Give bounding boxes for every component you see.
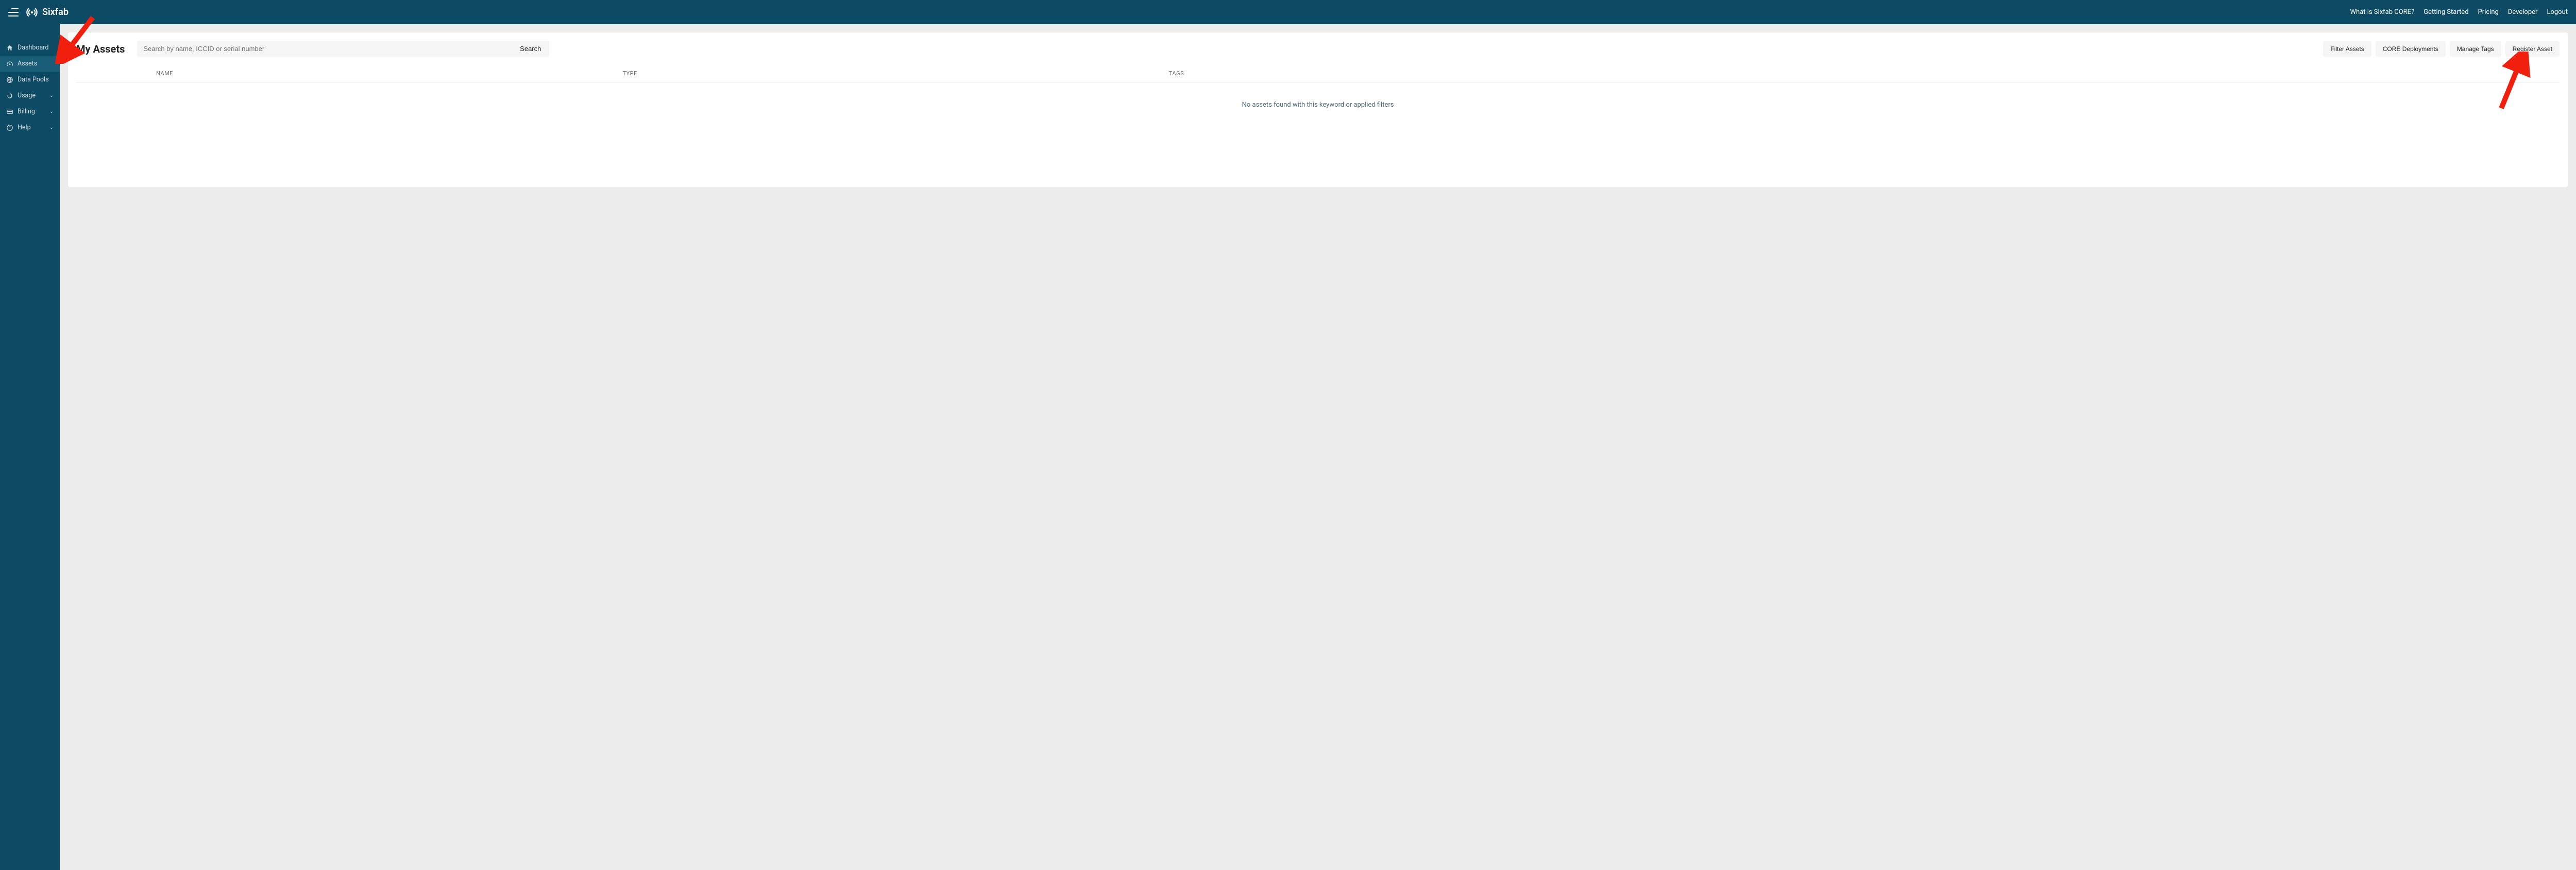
core-deployments-button[interactable]: CORE Deployments xyxy=(2376,41,2446,57)
brand-logo[interactable]: Sixfab xyxy=(25,5,69,20)
help-icon: ? xyxy=(6,124,13,131)
column-header-name: NAME xyxy=(76,70,622,77)
link-pricing[interactable]: Pricing xyxy=(2478,8,2499,16)
topbar: Sixfab What is Sixfab CORE? Getting Star… xyxy=(0,0,2576,24)
register-asset-button[interactable]: Register Asset xyxy=(2505,41,2560,57)
chevron-down-icon: ⌄ xyxy=(49,93,54,98)
link-logout[interactable]: Logout xyxy=(2547,8,2568,16)
main-content: My Assets Search Filter Assets CORE Depl… xyxy=(60,24,2576,870)
sidebar-item-usage[interactable]: Usage ⌄ xyxy=(0,88,60,104)
filter-assets-button[interactable]: Filter Assets xyxy=(2323,41,2371,57)
sidebar-item-billing[interactable]: Billing ⌄ xyxy=(0,104,60,120)
action-buttons: Filter Assets CORE Deployments Manage Ta… xyxy=(2323,41,2560,57)
history-icon xyxy=(6,92,13,99)
svg-text:?: ? xyxy=(9,126,11,130)
logo-icon xyxy=(25,5,39,20)
topbar-left: Sixfab xyxy=(8,5,69,20)
speedometer-icon xyxy=(6,60,13,68)
search-wrap: Search xyxy=(137,41,549,57)
sidebar-item-label: Data Pools xyxy=(18,76,49,83)
link-what-is-core[interactable]: What is Sixfab CORE? xyxy=(2350,8,2414,16)
sidebar: Dashboard Assets Data Pools Usage ⌄ Bi xyxy=(0,24,60,870)
sidebar-item-assets[interactable]: Assets xyxy=(0,56,60,72)
sidebar-item-help[interactable]: ? Help ⌄ xyxy=(0,120,60,136)
chevron-down-icon: ⌄ xyxy=(49,109,54,114)
card-icon xyxy=(6,108,13,115)
topbar-right-links: What is Sixfab CORE? Getting Started Pri… xyxy=(2350,8,2568,16)
search-input[interactable] xyxy=(137,41,512,57)
sidebar-item-label: Usage xyxy=(18,92,36,99)
home-icon xyxy=(6,44,13,52)
empty-state-message: No assets found with this keyword or app… xyxy=(76,82,2560,127)
sidebar-item-data-pools[interactable]: Data Pools xyxy=(0,72,60,88)
manage-tags-button[interactable]: Manage Tags xyxy=(2450,41,2501,57)
brand-name: Sixfab xyxy=(42,7,69,18)
column-header-type: TYPE xyxy=(622,70,1168,77)
search-button[interactable]: Search xyxy=(512,41,549,57)
sidebar-item-label: Assets xyxy=(18,60,37,68)
link-getting-started[interactable]: Getting Started xyxy=(2424,8,2468,16)
chevron-down-icon: ⌄ xyxy=(49,125,54,130)
card-header: My Assets Search Filter Assets CORE Depl… xyxy=(76,41,2560,57)
sidebar-item-label: Help xyxy=(18,124,31,131)
sidebar-item-label: Billing xyxy=(18,108,35,115)
link-developer[interactable]: Developer xyxy=(2508,8,2538,16)
menu-toggle-button[interactable] xyxy=(8,8,19,16)
sidebar-item-label: Dashboard xyxy=(18,44,48,52)
globe-icon xyxy=(6,76,13,83)
table-header-row: NAME TYPE TAGS xyxy=(76,65,2560,82)
column-header-tags: TAGS xyxy=(1169,70,2560,77)
page-title: My Assets xyxy=(76,43,125,55)
assets-card: My Assets Search Filter Assets CORE Depl… xyxy=(68,32,2568,187)
sidebar-item-dashboard[interactable]: Dashboard xyxy=(0,40,60,56)
